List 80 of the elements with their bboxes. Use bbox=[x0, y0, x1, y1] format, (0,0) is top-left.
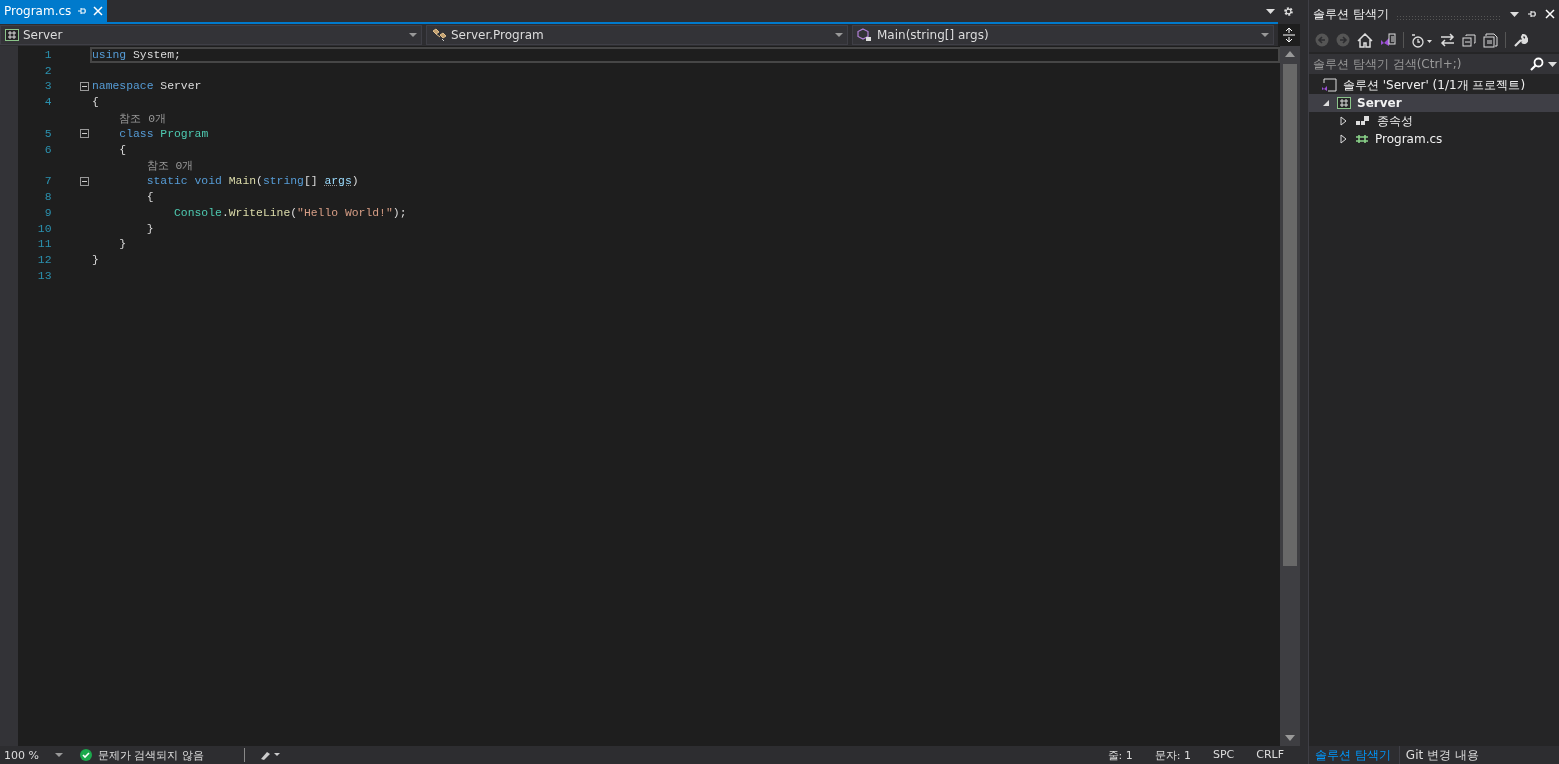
clock-icon[interactable] bbox=[1411, 32, 1433, 48]
settings-icon[interactable] bbox=[1283, 5, 1294, 17]
line-number: 12 bbox=[36, 254, 52, 267]
check-icon bbox=[80, 749, 92, 761]
tree-item[interactable]: Server bbox=[1309, 94, 1559, 112]
collapse-all-icon[interactable] bbox=[1462, 33, 1476, 47]
issues-status[interactable]: 문제가 검색되지 않음 bbox=[98, 747, 204, 763]
search-icon[interactable] bbox=[1530, 57, 1544, 71]
csharp-project-icon bbox=[1337, 97, 1351, 109]
close-icon[interactable] bbox=[1545, 9, 1555, 19]
show-all-files-icon[interactable] bbox=[1483, 32, 1498, 48]
whitespace-indicator: SPC bbox=[1212, 747, 1235, 763]
home-icon[interactable] bbox=[1357, 32, 1373, 48]
line-indicator: 줄: 1 bbox=[1107, 747, 1133, 763]
tree-item[interactable]: Program.cs bbox=[1309, 130, 1559, 148]
tree-item[interactable]: 솔루션 'Server' (1/1개 프로젝트) bbox=[1309, 76, 1559, 94]
dropdown-arrow-icon[interactable] bbox=[1548, 61, 1557, 67]
dropdown-arrow-icon[interactable] bbox=[1510, 11, 1519, 17]
code-line: } bbox=[92, 254, 99, 267]
panel-title: 솔루션 탐색기 bbox=[1313, 5, 1389, 23]
code-line: } bbox=[145, 222, 154, 235]
code-lens[interactable]: 참조 0개 bbox=[92, 110, 166, 126]
line-number: 10 bbox=[36, 222, 52, 235]
switch-views-icon[interactable] bbox=[1380, 32, 1396, 48]
expand-arrow-icon[interactable] bbox=[1339, 116, 1349, 126]
project-dropdown[interactable]: Server bbox=[0, 25, 422, 45]
member-dropdown[interactable]: Main(string[] args) bbox=[852, 25, 1274, 45]
tree-item[interactable]: 종속성 bbox=[1309, 112, 1559, 130]
class-icon bbox=[431, 28, 447, 42]
line-number: 6 bbox=[43, 143, 52, 156]
collapse-arrow-icon[interactable] bbox=[1321, 99, 1331, 107]
caret-icon[interactable] bbox=[54, 752, 63, 758]
split-window-button[interactable] bbox=[1278, 24, 1300, 46]
vertical-scrollbar[interactable] bbox=[1280, 46, 1300, 746]
zoom-level[interactable]: 100 % bbox=[4, 748, 39, 762]
line-number: 11 bbox=[36, 238, 52, 251]
line-number: 7 bbox=[43, 175, 52, 188]
line-number: 1 bbox=[43, 48, 52, 61]
column-indicator: 문자: 1 bbox=[1154, 747, 1191, 763]
code-line: { bbox=[92, 96, 99, 109]
code-line: } bbox=[118, 238, 127, 251]
code-line: { bbox=[118, 143, 127, 156]
dependencies-icon bbox=[1355, 115, 1371, 127]
line-number: 13 bbox=[36, 270, 52, 283]
expand-arrow-icon[interactable] bbox=[1339, 134, 1349, 144]
code-line: { bbox=[145, 191, 154, 204]
line-number: 4 bbox=[43, 96, 52, 109]
pin-icon[interactable] bbox=[1527, 9, 1537, 19]
line-number: 9 bbox=[43, 206, 52, 219]
code-lens[interactable]: 참조 0개 bbox=[92, 157, 194, 173]
sync-icon[interactable] bbox=[1440, 33, 1455, 47]
method-icon bbox=[857, 28, 873, 42]
type-dropdown[interactable]: Server.Program bbox=[426, 25, 848, 45]
line-number: 8 bbox=[43, 191, 52, 204]
solution-icon bbox=[1321, 78, 1337, 92]
code-line: using System; bbox=[92, 48, 181, 61]
wrench-icon[interactable] bbox=[1513, 32, 1528, 48]
code-line: static void Main(string[] args) bbox=[145, 175, 359, 188]
csharp-project-icon bbox=[5, 29, 19, 41]
line-number: 3 bbox=[43, 80, 52, 93]
scroll-down-icon[interactable] bbox=[1285, 735, 1295, 741]
caret-icon bbox=[835, 32, 843, 38]
collapse-toggle[interactable] bbox=[80, 176, 89, 186]
code-line: class Program bbox=[118, 127, 209, 140]
line-number: 5 bbox=[43, 127, 52, 140]
split-icon[interactable] bbox=[1283, 28, 1295, 42]
brush-icon[interactable] bbox=[259, 750, 281, 760]
line-number: 2 bbox=[43, 64, 52, 77]
search-field[interactable]: 솔루션 탐색기 검색(Ctrl+;) bbox=[1309, 54, 1559, 74]
scrollbar-thumb[interactable] bbox=[1283, 64, 1297, 566]
collapse-toggle[interactable] bbox=[80, 129, 89, 139]
dropdown-arrow-icon[interactable] bbox=[1266, 8, 1275, 14]
csharp-file-icon bbox=[1355, 134, 1369, 144]
caret-icon bbox=[409, 32, 417, 38]
scroll-up-icon[interactable] bbox=[1285, 51, 1295, 57]
line-ending-indicator: CRLF bbox=[1256, 747, 1284, 763]
caret-icon bbox=[1261, 32, 1269, 38]
collapse-toggle[interactable] bbox=[80, 82, 89, 91]
code-line: namespace Server bbox=[92, 80, 202, 93]
code-line: Console.WriteLine("Hello World!"); bbox=[173, 206, 407, 219]
